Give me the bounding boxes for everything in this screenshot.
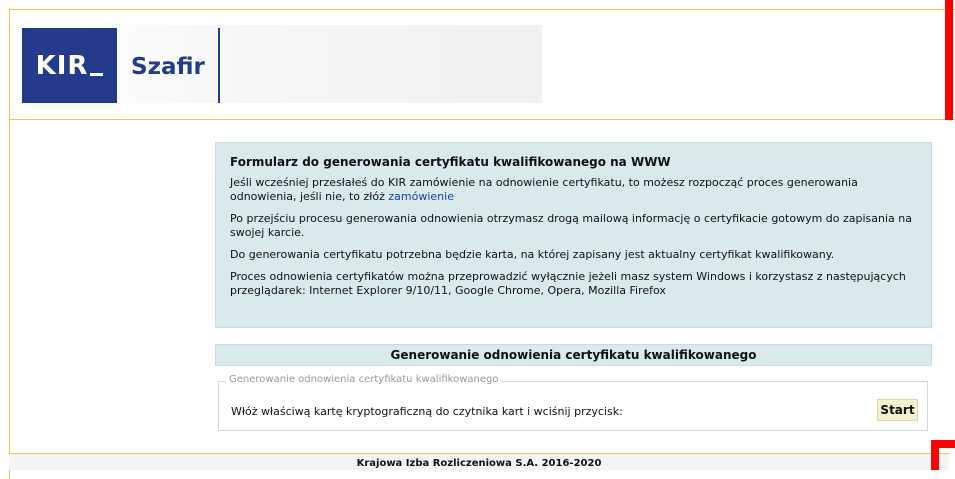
footer-text: Krajowa Izba Rozliczeniowa S.A. 2016-202… <box>356 458 602 469</box>
info-title: Formularz do generowania certyfikatu kwa… <box>230 155 671 169</box>
order-link[interactable]: zamówienie <box>388 190 454 203</box>
footer: Krajowa Izba Rozliczeniowa S.A. 2016-202… <box>9 453 949 470</box>
info-paragraph-email: Po przejściu procesu generowania odnowie… <box>230 212 913 239</box>
kir-logo-text: KIR <box>35 50 89 81</box>
card-instruction: Włóż właściwą kartę kryptograficzną do c… <box>231 405 623 418</box>
kir-logo-dot <box>90 73 104 76</box>
info-paragraph-order: Jeśli wcześniej przesłałeś do KIR zamówi… <box>230 176 917 204</box>
annotation-corner-horizontal <box>931 440 955 448</box>
info-paragraph-browsers: Proces odnowienia certyfikatów można prz… <box>230 270 906 297</box>
generator-section-header: Generowanie odnowienia certyfikatu kwali… <box>215 344 932 366</box>
header-top-line <box>9 9 949 10</box>
szafir-logo-text: Szafir <box>131 54 205 80</box>
info-paragraph-order-text: Jeśli wcześniej przesłałeś do KIR zamówi… <box>230 176 858 203</box>
kir-logo: KIR <box>22 28 117 103</box>
start-button[interactable]: Start <box>877 399 918 421</box>
info-paragraph-card: Do generowania certyfikatu potrzebna będ… <box>230 248 835 261</box>
info-box: Formularz do generowania certyfikatu kwa… <box>215 142 932 328</box>
logo-divider <box>218 28 220 103</box>
generator-legend: Generowanie odnowienia certyfikatu kwali… <box>226 374 502 385</box>
annotation-bar-top <box>945 0 953 120</box>
